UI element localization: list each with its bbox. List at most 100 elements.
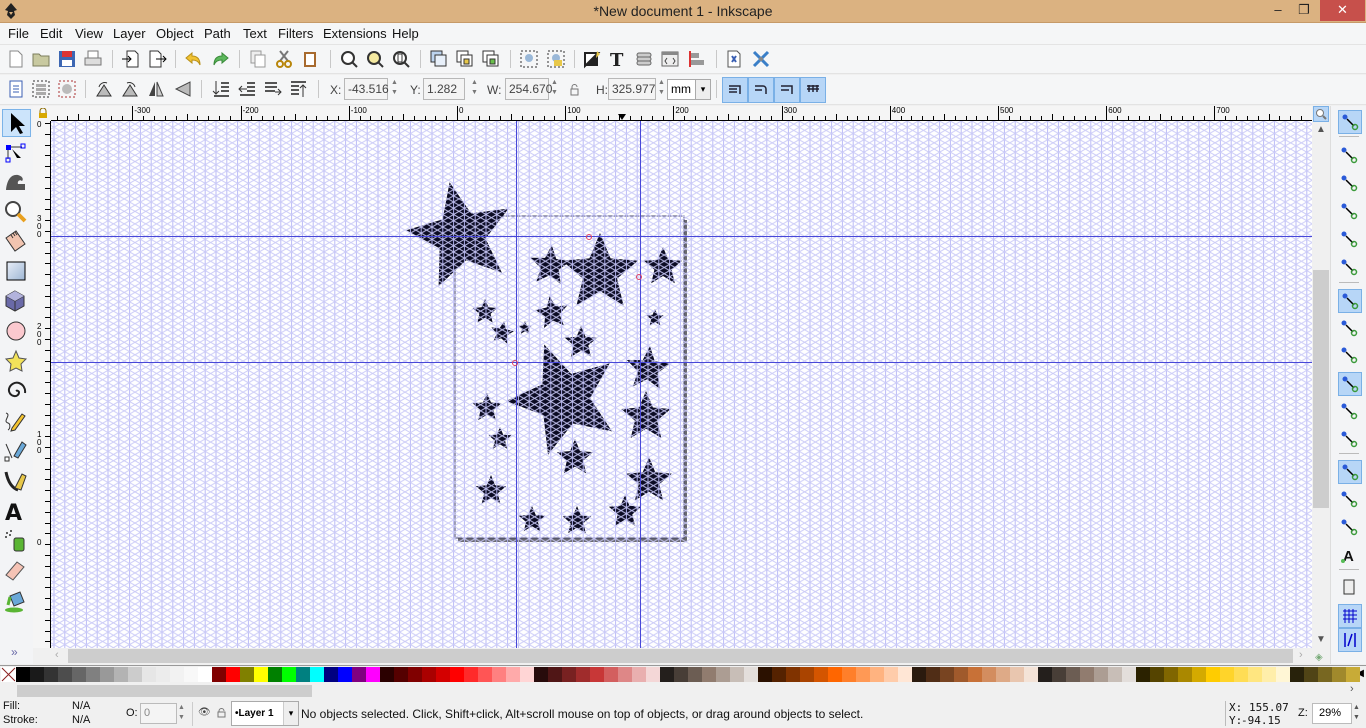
x-input[interactable]: -43.516 [344,78,389,100]
tweak-tool[interactable] [2,168,31,196]
color-swatch[interactable] [282,667,296,682]
zoom-tool[interactable] [2,198,31,226]
text-font-icon[interactable]: T [608,49,628,69]
group-icon[interactable] [519,49,539,69]
paint-bucket-tool[interactable] [2,588,31,616]
import-icon[interactable] [121,49,141,69]
stroke-value[interactable]: N/A [72,714,90,726]
restore-button[interactable]: ❐ [1290,0,1318,21]
zoom-input[interactable]: 29% [1312,703,1352,724]
color-swatch[interactable] [744,667,758,682]
color-swatch[interactable] [44,667,58,682]
unlink-clone-icon[interactable] [481,49,501,69]
scroll-left-icon[interactable]: ‹ [55,649,59,661]
color-swatch[interactable] [688,667,702,682]
color-swatch[interactable] [982,667,996,682]
layer-visibility-icon[interactable]: 👁 [198,707,211,718]
color-swatch[interactable] [996,667,1010,682]
snap-page-border-toggle[interactable] [1338,576,1362,600]
open-icon[interactable] [31,49,51,69]
color-swatch[interactable] [1024,667,1038,682]
color-swatch[interactable] [562,667,576,682]
snap-bbox-toggle[interactable] [1338,144,1362,168]
xml-editor-icon[interactable] [660,49,680,69]
drawing-canvas[interactable] [51,121,1312,648]
y-spinner[interactable]: ▲ ▼ [470,78,479,100]
color-swatch[interactable] [716,667,730,682]
horizontal-scroll-thumb[interactable] [68,649,1293,663]
color-swatch[interactable] [954,667,968,682]
color-swatch[interactable] [296,667,310,682]
color-swatch[interactable] [1010,667,1024,682]
w-input[interactable]: 254.670 [505,78,552,100]
color-swatch[interactable] [1108,667,1122,682]
menu-extensions[interactable]: Extensions [323,26,387,41]
color-swatch[interactable] [240,667,254,682]
color-swatch[interactable] [926,667,940,682]
opacity-spinner[interactable]: ▲ ▼ [178,703,187,724]
3d-box-tool[interactable] [2,288,31,316]
color-swatch[interactable] [58,667,72,682]
menu-filters[interactable]: Filters [278,26,313,41]
color-swatch[interactable] [142,667,156,682]
palette-scroll-thumb[interactable] [17,685,312,697]
color-swatch[interactable] [324,667,338,682]
spray-tool[interactable] [2,528,31,556]
color-swatch[interactable] [436,667,450,682]
copy-icon[interactable] [248,49,268,69]
color-swatch[interactable] [394,667,408,682]
color-swatch[interactable] [968,667,982,682]
color-swatch[interactable] [842,667,856,682]
color-swatch[interactable] [1080,667,1094,682]
rotate-ccw-icon[interactable] [94,79,114,99]
color-swatch[interactable] [618,667,632,682]
color-swatch[interactable] [576,667,590,682]
deselect-icon[interactable] [57,79,77,99]
menu-edit[interactable]: Edit [40,26,62,41]
undo-icon[interactable] [184,49,204,69]
lock-ratio-icon[interactable] [569,84,580,96]
color-swatch[interactable] [534,667,548,682]
raise-to-top-icon[interactable] [289,79,309,99]
color-swatch[interactable] [184,667,198,682]
fill-stroke-icon[interactable] [582,49,602,69]
color-swatch[interactable] [464,667,478,682]
color-swatch[interactable] [128,667,142,682]
select-all-icon[interactable] [6,79,26,99]
color-swatch[interactable] [1038,667,1052,682]
zoom-selection-icon[interactable] [339,49,359,69]
snap-bbox-corners-toggle[interactable] [1338,200,1362,224]
snap-line-midpoints-toggle[interactable] [1338,428,1362,452]
color-swatch[interactable] [646,667,660,682]
node-tool[interactable] [2,139,31,167]
color-swatch[interactable] [912,667,926,682]
snap-object-centers-toggle[interactable] [1338,488,1362,512]
eraser-tool[interactable] [2,558,31,586]
color-swatch[interactable] [758,667,772,682]
star-tool[interactable] [2,348,31,376]
calligraphy-tool[interactable] [2,468,31,496]
w-spinner[interactable]: ▲ ▼ [550,78,559,100]
snap-text-baseline-toggle[interactable]: A [1338,544,1362,568]
color-swatch[interactable] [1150,667,1164,682]
horizontal-ruler[interactable]: -300 -200 -100 0 100 200 300 400 500 600 700 [51,106,1313,121]
color-swatch[interactable] [520,667,534,682]
color-swatch[interactable] [660,667,674,682]
guides-lock[interactable] [33,106,51,121]
color-swatch[interactable] [352,667,366,682]
color-swatch[interactable] [800,667,814,682]
scroll-up-icon[interactable]: ▲ [1316,124,1326,135]
color-swatch[interactable] [198,667,212,682]
color-swatch[interactable] [156,667,170,682]
color-swatch[interactable] [100,667,114,682]
color-swatch[interactable] [772,667,786,682]
color-swatch[interactable] [1318,667,1332,682]
vertical-ruler[interactable]: 0 300 200 100 0 [33,121,51,648]
scale-stroke-toggle[interactable] [722,77,748,103]
color-swatch[interactable] [702,667,716,682]
color-swatch[interactable] [856,667,870,682]
color-swatch[interactable] [114,667,128,682]
measure-tool[interactable] [2,228,31,256]
layers-icon[interactable] [634,49,654,69]
color-swatch[interactable] [268,667,282,682]
